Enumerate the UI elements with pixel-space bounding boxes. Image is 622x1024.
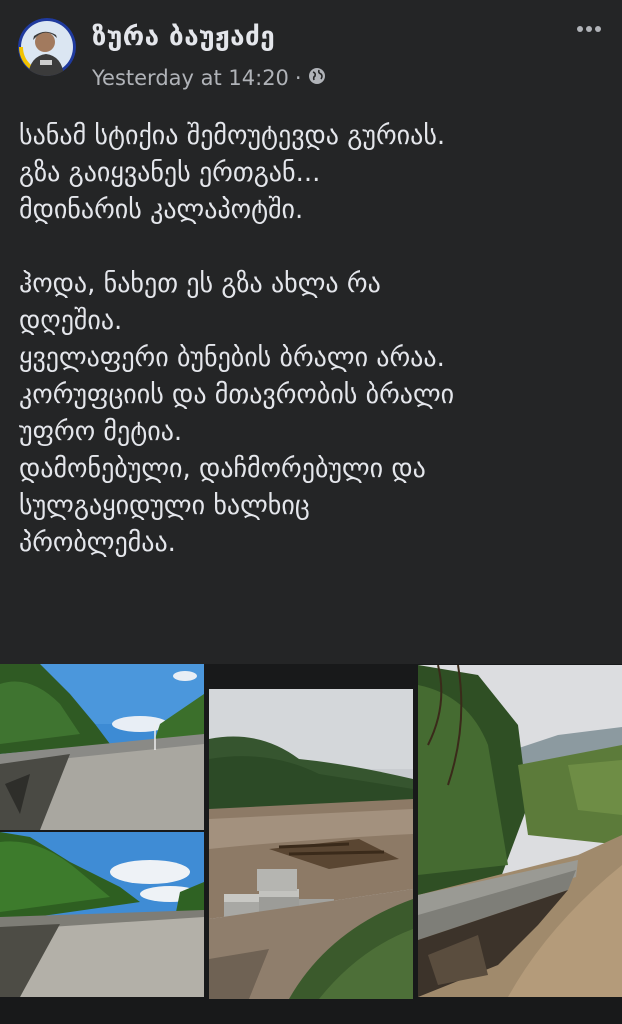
post-text-line: სულგაყიდული ხალხიც	[19, 491, 310, 521]
post-text-line: გზა გაიყვანეს ერთგან...	[19, 158, 321, 188]
gravel-road-trees-photo[interactable]	[0, 832, 204, 997]
post-timestamp[interactable]: Yesterday at 14:20	[92, 66, 289, 90]
post-text-line: პრობლემაა.	[19, 528, 176, 558]
globe-icon[interactable]	[308, 66, 326, 90]
post-meta: Yesterday at 14:20 ·	[92, 66, 326, 90]
washed-out-road-river-photo[interactable]	[418, 665, 622, 997]
post-text: სანამ სტიქია შემოუტევდა გურიას. გზა გაიყ…	[19, 118, 614, 562]
facebook-post: ზურა ბაუჟაძე Yesterday at 14:20 · სანამ …	[0, 0, 622, 1024]
post-text-line: კორუფციის და მთავრობის ბრალი	[19, 380, 455, 410]
gravel-road-field-photo[interactable]	[0, 664, 204, 830]
post-header: ზურა ბაუჟაძე Yesterday at 14:20 ·	[0, 0, 622, 100]
post-text-line: დამონებული, დაჩმორებული და	[19, 454, 426, 484]
flooded-road-concrete-blocks-photo[interactable]	[209, 689, 413, 999]
author-avatar[interactable]	[18, 18, 76, 76]
post-text-line: მდინარის კალაპოტში.	[19, 195, 304, 225]
post-text-line: ყველაფერი ბუნების ბრალი არაა.	[19, 343, 445, 373]
post-text-line: უფრო მეტია.	[19, 417, 183, 447]
photo-grid	[0, 664, 622, 1024]
meta-separator: ·	[294, 66, 302, 90]
more-options-icon[interactable]	[570, 14, 608, 44]
post-text-line: სანამ სტიქია შემოუტევდა გურიას.	[19, 121, 446, 151]
post-text-line: დღეშია.	[19, 306, 123, 336]
author-name[interactable]: ზურა ბაუჟაძე	[92, 22, 275, 52]
post-text-line: ჰოდა, ნახეთ ეს გზა ახლა რა	[19, 269, 381, 299]
